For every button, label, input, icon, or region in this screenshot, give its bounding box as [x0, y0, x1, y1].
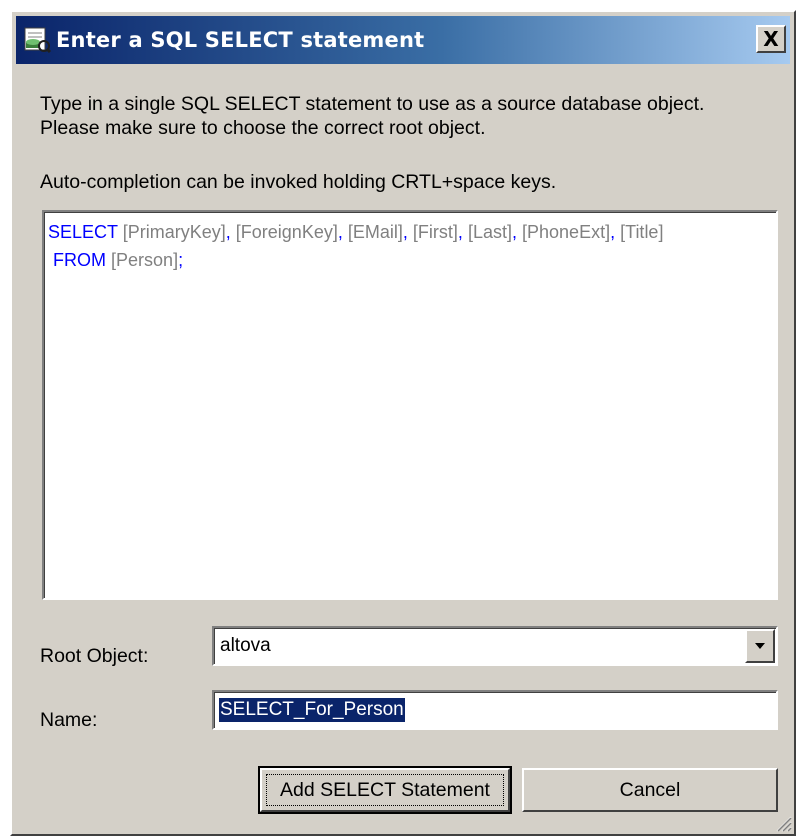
sql-separator: , — [337, 222, 343, 242]
resize-grip-icon[interactable] — [774, 814, 792, 832]
instruction-autocomplete: Auto-completion can be invoked holding C… — [40, 171, 557, 193]
sql-separator: , — [225, 222, 231, 242]
sql-column: [EMail] — [347, 222, 403, 242]
root-object-select[interactable]: altova — [212, 626, 778, 666]
close-icon: X — [763, 27, 779, 51]
root-object-dropdown-button[interactable] — [745, 629, 775, 663]
add-button-label: Add SELECT Statement — [280, 778, 490, 801]
sql-select-dialog: Enter a SQL SELECT statement X Type in a… — [10, 10, 796, 836]
root-object-value: altova — [220, 635, 271, 656]
sql-separator: , — [402, 222, 408, 242]
sql-column: [Last] — [467, 222, 512, 242]
sql-table: [Person] — [111, 250, 179, 270]
root-object-label: Root Object: — [40, 645, 149, 667]
sql-line-select: SELECT [PrimaryKey], [ForeignKey], [EMai… — [48, 218, 772, 246]
name-value-selected: SELECT_For_Person — [219, 698, 405, 722]
sql-editor[interactable]: SELECT [PrimaryKey], [ForeignKey], [EMai… — [42, 210, 778, 600]
instruction-line-2: Please make sure to choose the correct r… — [40, 117, 486, 139]
database-query-icon — [24, 27, 52, 54]
cancel-button[interactable]: Cancel — [522, 768, 778, 812]
name-label: Name: — [40, 709, 98, 731]
title-bar[interactable]: Enter a SQL SELECT statement X — [16, 16, 790, 64]
sql-terminator: ; — [178, 250, 184, 270]
sql-column: [Title] — [620, 222, 664, 242]
name-field[interactable]: SELECT_For_Person — [212, 690, 778, 730]
add-select-statement-button[interactable]: Add SELECT Statement — [258, 766, 512, 814]
sql-column-list: [PrimaryKey], [ForeignKey], [EMail], [Fi… — [123, 222, 664, 242]
instruction-line-1: Type in a single SQL SELECT statement to… — [40, 93, 705, 115]
cancel-button-label: Cancel — [619, 778, 681, 801]
sql-separator: , — [511, 222, 517, 242]
close-button[interactable]: X — [756, 25, 786, 53]
sql-column: [ForeignKey] — [235, 222, 338, 242]
dialog-title: Enter a SQL SELECT statement — [56, 28, 425, 52]
sql-column: [First] — [412, 222, 458, 242]
sql-separator: , — [610, 222, 616, 242]
chevron-down-icon — [755, 643, 765, 649]
sql-column: [PrimaryKey] — [122, 222, 226, 242]
sql-column: [PhoneExt] — [522, 222, 611, 242]
sql-separator: , — [457, 222, 463, 242]
sql-keyword-select: SELECT — [48, 222, 118, 242]
sql-keyword-from: FROM — [53, 250, 107, 270]
sql-line-from: FROM [Person]; — [48, 246, 772, 274]
